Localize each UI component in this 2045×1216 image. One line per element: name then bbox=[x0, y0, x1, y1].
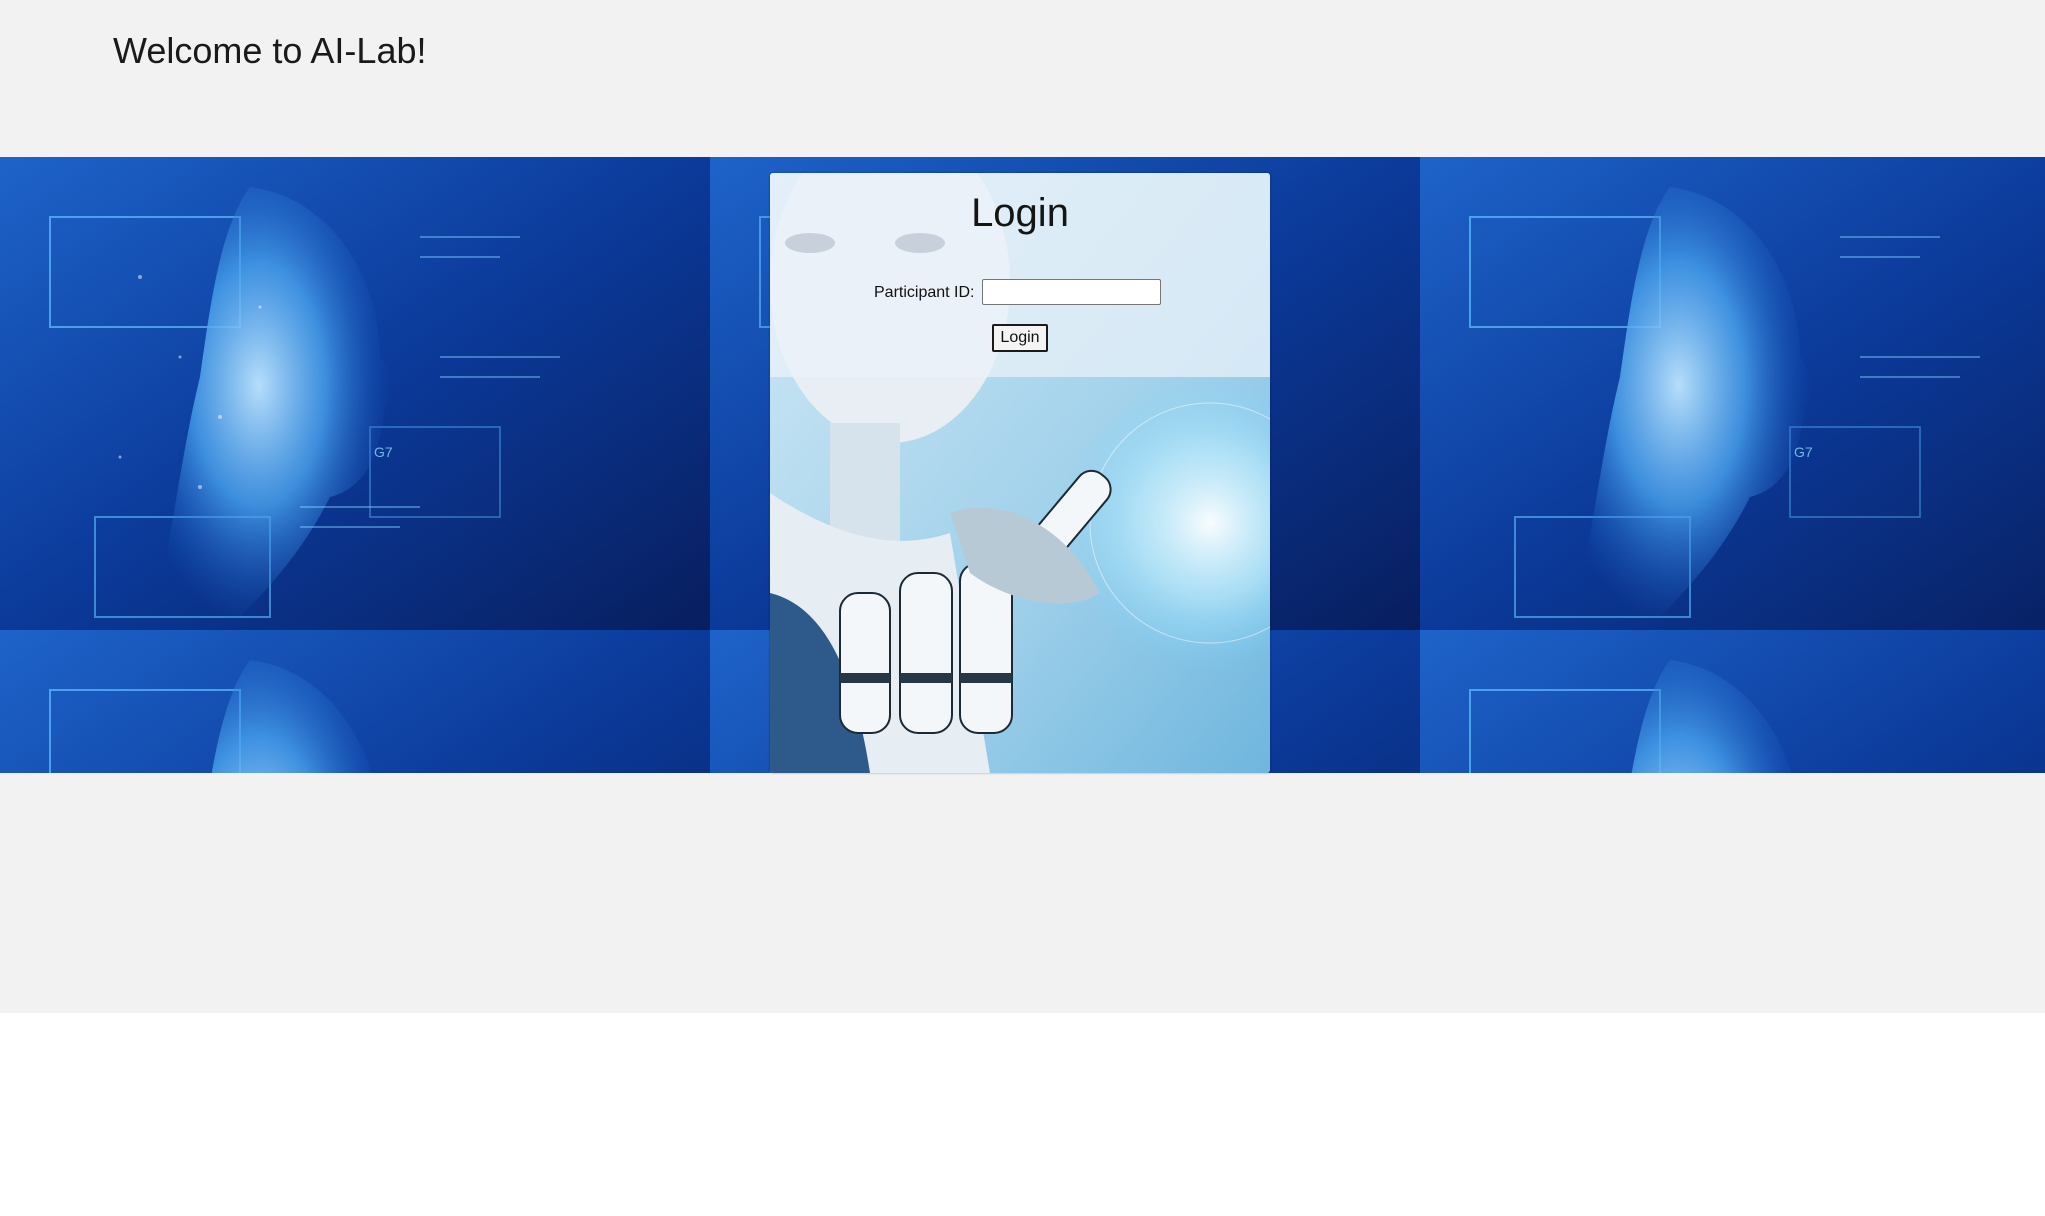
ai-face-tile: G7 bbox=[1420, 157, 2045, 630]
login-card: Login Participant ID: Login bbox=[770, 173, 1270, 773]
page: Welcome to AI-Lab! G7 G7 Login Participa… bbox=[0, 0, 2045, 1216]
login-form: Login Participant ID: Login bbox=[770, 173, 1270, 377]
svg-text:G7: G7 bbox=[1794, 444, 1813, 460]
participant-id-label: Participant ID: bbox=[874, 284, 975, 301]
svg-text:G7: G7 bbox=[374, 444, 393, 460]
ai-face-tile: G7 bbox=[0, 157, 710, 630]
login-button[interactable]: Login bbox=[992, 324, 1048, 352]
ai-face-tile bbox=[0, 630, 710, 773]
site-title: Welcome to AI-Lab! bbox=[113, 30, 427, 71]
login-heading: Login bbox=[971, 191, 1069, 235]
participant-id-input[interactable] bbox=[982, 279, 1161, 305]
ai-face-tile bbox=[1420, 630, 2045, 773]
